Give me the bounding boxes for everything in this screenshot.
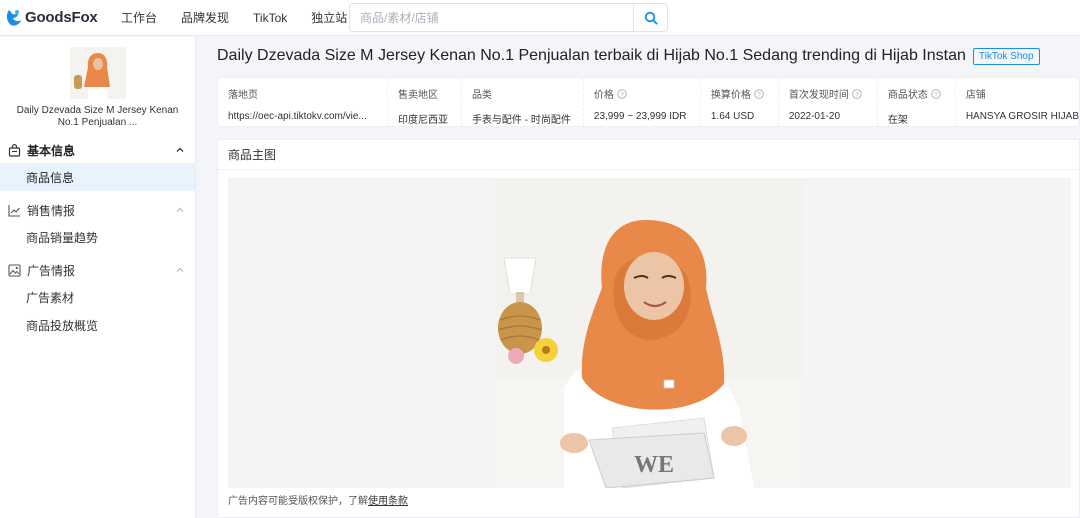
product-main-image[interactable]: WE [494, 178, 804, 488]
product-thumbnail-image [69, 47, 126, 99]
info-price: 价格 ? 23,999 ~ 23,999 IDR [584, 78, 701, 126]
sidebar-item-product-info[interactable]: 商品信息 [0, 163, 195, 191]
section-label: 销售情报 [27, 203, 76, 218]
section-basic-info[interactable]: 基本信息 [0, 137, 195, 163]
info-value: 在架 [887, 115, 908, 126]
goodsfox-logo-icon [6, 9, 21, 26]
info-label: 价格 ? [594, 86, 700, 101]
info-region: 售卖地区 印度尼西亚 [388, 78, 462, 126]
product-title-row: Daily Dzevada Size M Jersey Kenan No.1 P… [205, 37, 1080, 75]
info-value: 1.64 USD [710, 111, 755, 122]
info-label: 换算价格 ? [711, 86, 778, 101]
svg-text:?: ? [757, 91, 761, 98]
info-first-seen: 首次发现时间 ? 2022-01-20 [779, 78, 878, 126]
info-converted-price: 换算价格 ? 1.64 USD [701, 78, 779, 126]
top-bar: GoodsFox 工作台 品牌发现 TikTok 独立站 [0, 0, 1080, 36]
product-title: Daily Dzevada Size M Jersey Kenan No.1 P… [217, 47, 966, 64]
help-icon[interactable]: ? [852, 88, 862, 99]
nav-tiktok[interactable]: TikTok [253, 11, 287, 25]
copyright-text: 广告内容可能受版权保护，了解 [228, 496, 368, 507]
help-icon[interactable]: ? [754, 88, 764, 99]
info-value: 手表与配件 - 时尚配件 [471, 115, 571, 126]
help-icon[interactable]: ? [617, 88, 627, 99]
section-ad-intel[interactable]: 广告情报 [0, 257, 195, 283]
main-content: Daily Dzevada Size M Jersey Kenan No.1 P… [205, 37, 1080, 518]
search-box [349, 3, 668, 32]
svg-text:?: ? [620, 91, 624, 98]
tiktok-shop-badge[interactable]: TikTok Shop [972, 47, 1040, 65]
info-label-text: 商品状态 [887, 90, 928, 101]
line-chart-icon [8, 204, 20, 217]
info-value: 2022-01-20 [788, 111, 841, 122]
product-info-card: 落地页 https://oec-api.tiktokv.com/vie... 售… [217, 77, 1080, 127]
store-link[interactable]: HANSYA GROSIR HIJAB [966, 111, 1079, 122]
main-image-area: WE [228, 178, 1071, 488]
brand-logo[interactable]: GoodsFox [6, 9, 110, 27]
copyright-notice: 广告内容可能受版权保护，了解使用条款 [228, 492, 408, 507]
info-label: 店铺 [965, 90, 986, 101]
image-icon [8, 263, 21, 277]
info-value: 印度尼西亚 [397, 115, 448, 126]
info-label-text: 首次发现时间 [788, 90, 849, 101]
product-photo: WE [494, 178, 804, 488]
chevron-up-icon [176, 207, 184, 212]
svg-text:WE: WE [634, 452, 674, 478]
info-value: 23,999 ~ 23,999 IDR [593, 111, 687, 122]
help-icon[interactable]: ? [931, 88, 941, 99]
product-thumbnail[interactable] [69, 47, 126, 99]
info-category: 品类 手表与配件 - 时尚配件 [462, 78, 584, 126]
sidebar-product: Daily Dzevada Size M Jersey Kenan No.1 P… [0, 37, 195, 135]
chevron-up-icon [176, 147, 184, 152]
main-image-card: 商品主图 WE 广告内容可能受版权保护，了解使用条款 [217, 139, 1080, 518]
terms-link[interactable]: 使用条款 [368, 496, 408, 507]
info-store: 店铺 HANSYA GROSIR HIJAB [956, 78, 1079, 126]
sidebar: Daily Dzevada Size M Jersey Kenan No.1 P… [0, 37, 196, 518]
section-label: 基本信息 [27, 143, 76, 158]
svg-text:?: ? [855, 91, 859, 98]
info-label: 商品状态 ? [888, 86, 955, 101]
landing-page-link[interactable]: https://oec-api.tiktokv.com/vie... [228, 111, 387, 122]
section-label: 广告情报 [27, 263, 76, 278]
info-landing-page: 落地页 https://oec-api.tiktokv.com/vie... [218, 78, 388, 126]
nav-workbench[interactable]: 工作台 [121, 9, 157, 26]
info-label: 首次发现时间 ? [789, 86, 877, 101]
sidebar-item-ad-overview[interactable]: 商品投放概览 [0, 311, 195, 339]
sidebar-item-sales-trend[interactable]: 商品销量趋势 [0, 223, 195, 251]
nav-independent-site[interactable]: 独立站 [311, 9, 347, 26]
svg-text:?: ? [934, 91, 938, 98]
info-status: 商品状态 ? 在架 [878, 78, 956, 126]
sidebar-product-title: Daily Dzevada Size M Jersey Kenan No.1 P… [16, 105, 179, 128]
info-label-text: 价格 [593, 90, 614, 101]
main-image-heading: 商品主图 [218, 140, 1079, 170]
sidebar-item-ad-creatives[interactable]: 广告素材 [0, 283, 195, 311]
info-label: 售卖地区 [397, 90, 438, 101]
search-button[interactable] [633, 4, 667, 31]
nav-brand-discovery[interactable]: 品牌发现 [181, 9, 229, 26]
search-icon [644, 11, 658, 25]
search-input[interactable] [350, 4, 633, 31]
main-nav: 工作台 品牌发现 TikTok 独立站 [121, 9, 371, 26]
info-label-text: 换算价格 [710, 90, 751, 101]
chevron-up-icon [176, 267, 184, 272]
info-label: 落地页 [228, 90, 258, 101]
section-sales-intel[interactable]: 销售情报 [0, 197, 195, 223]
bag-icon [8, 143, 21, 157]
info-label: 品类 [471, 90, 492, 101]
brand-name: GoodsFox [25, 9, 98, 26]
